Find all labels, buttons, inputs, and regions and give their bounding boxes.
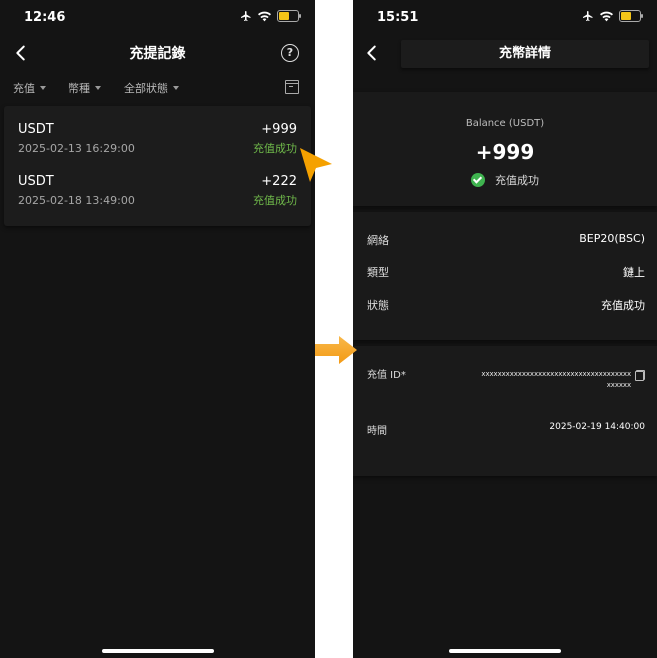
deposit-id-value: xxxxxxxxxxxxxxxxxxxxxxxxxxxxxxxxxxxxxxxx… [481, 370, 631, 389]
filter-type[interactable]: 充值 [13, 80, 46, 96]
status-time: 15:51 [377, 10, 419, 25]
balance-value: +999 [475, 140, 535, 164]
home-indicator [101, 649, 214, 653]
phone-screen-records: 12:46 充提記錄 ? 充值 幣種 全部狀態 USDT 2025-02-13 … [0, 0, 315, 658]
deposit-id-label: 充值 ID* [367, 370, 406, 381]
nav-bar: 充提記錄 ? [0, 34, 315, 74]
phone-screen-detail: 15:51 充幣詳情 Balance (USDT) +999 充值成功 網絡 B… [353, 0, 657, 658]
pointer-cursor-icon [300, 148, 332, 182]
record-item[interactable]: USDT 2025-02-18 13:49:00 +222 充值成功 [4, 164, 311, 216]
balance-status-text: 充值成功 [495, 174, 539, 187]
status-bar: 15:51 [353, 0, 657, 34]
caret-down-icon [95, 86, 101, 90]
record-coin: USDT [18, 122, 54, 137]
time-value: 2025-02-19 14:40:00 [549, 422, 645, 432]
detail-label: 網絡 [367, 234, 389, 247]
battery-icon [619, 10, 643, 22]
record-time: 2025-02-18 13:49:00 [18, 194, 135, 207]
filter-bar: 充值 幣種 全部狀態 [0, 76, 315, 98]
record-status: 充值成功 [253, 142, 297, 155]
check-circle-icon [471, 173, 485, 187]
page-title: 充幣詳情 [401, 40, 649, 68]
status-time: 12:46 [24, 10, 66, 25]
back-chevron-icon[interactable] [361, 42, 383, 64]
caret-down-icon [173, 86, 179, 90]
balance-label: Balance (USDT) [465, 118, 545, 129]
status-icons [240, 10, 301, 22]
detail-value: BEP20(BSC) [579, 232, 645, 245]
record-amount: +222 [261, 174, 297, 189]
arrow-right-icon [315, 336, 357, 364]
details-card: 網絡 BEP20(BSC) 類型 鏈上 狀態 充值成功 [353, 212, 657, 340]
detail-row-status: 狀態 充值成功 [367, 297, 645, 315]
record-status: 充值成功 [253, 194, 297, 207]
copy-icon[interactable] [635, 370, 645, 381]
airplane-icon [241, 11, 251, 21]
detail-label: 狀態 [367, 299, 389, 312]
detail-value: 充值成功 [601, 299, 645, 312]
wifi-icon [258, 11, 271, 21]
balance-status: 充值成功 [353, 172, 657, 188]
filter-status-label: 全部狀態 [124, 82, 168, 95]
detail-label: 類型 [367, 266, 389, 279]
airplane-icon [583, 11, 593, 21]
filter-coin[interactable]: 幣種 [68, 80, 101, 96]
balance-card: Balance (USDT) +999 充值成功 [353, 92, 657, 206]
id-time-card: 充值 ID* xxxxxxxxxxxxxxxxxxxxxxxxxxxxxxxxx… [353, 346, 657, 476]
page-title: 充提記錄 [129, 46, 186, 62]
detail-row-type: 類型 鏈上 [367, 264, 645, 282]
record-amount: +999 [261, 122, 297, 137]
wifi-icon [600, 11, 613, 21]
record-time: 2025-02-13 16:29:00 [18, 142, 135, 155]
records-list: USDT 2025-02-13 16:29:00 +999 充值成功 USDT … [4, 106, 311, 226]
record-coin: USDT [18, 174, 54, 189]
help-icon[interactable]: ? [281, 44, 299, 62]
detail-row-network: 網絡 BEP20(BSC) [367, 232, 645, 250]
filter-type-label: 充值 [13, 82, 35, 95]
home-indicator [449, 649, 561, 653]
time-label: 時間 [367, 426, 387, 437]
caret-down-icon [40, 86, 46, 90]
filter-coin-label: 幣種 [68, 82, 90, 95]
battery-icon [277, 10, 301, 22]
detail-value: 鏈上 [623, 266, 645, 279]
filter-status[interactable]: 全部狀態 [124, 80, 179, 96]
record-item[interactable]: USDT 2025-02-13 16:29:00 +999 充值成功 [4, 112, 311, 164]
status-bar: 12:46 [0, 0, 315, 34]
status-icons [582, 10, 643, 22]
calendar-icon[interactable] [285, 80, 299, 94]
